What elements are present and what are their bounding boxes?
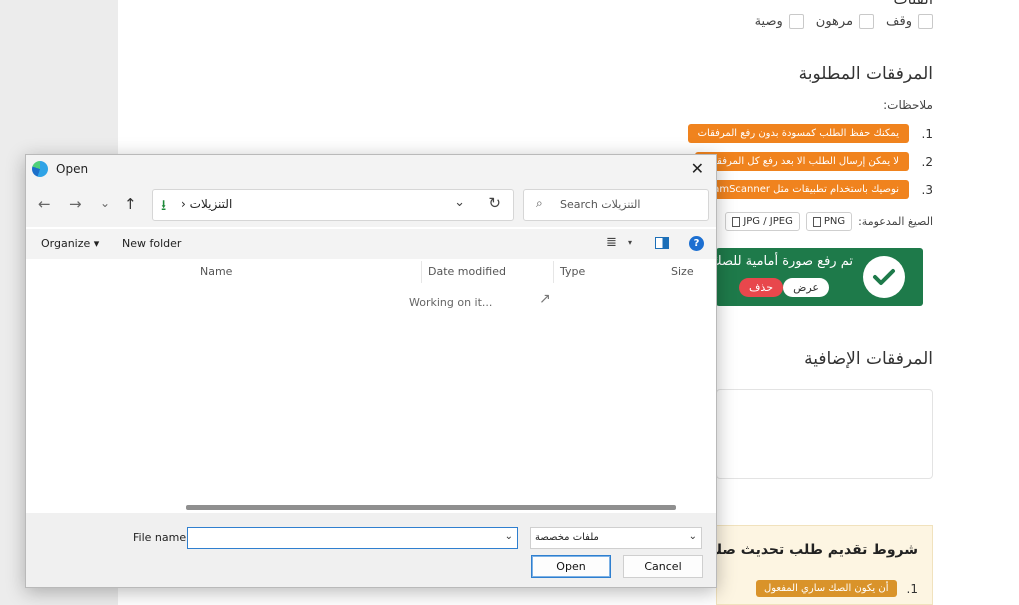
file-type-value: ملفات مخصصة	[535, 532, 599, 543]
view-options-icon[interactable]: ≣	[606, 235, 617, 250]
dialog-title: Open	[56, 162, 89, 176]
file-name-input[interactable]	[188, 529, 517, 550]
required-attachments-heading: المرفقات المطلوبة	[798, 64, 933, 84]
additional-attachments-heading: المرفقات الإضافية	[804, 349, 933, 369]
option-mortgaged[interactable]: مرهون	[816, 14, 875, 29]
format-chip-jpg: JPG / JPEG	[725, 212, 800, 231]
file-name-label: File name:	[133, 531, 190, 544]
notes-label: ملاحظات:	[883, 98, 933, 112]
column-header-type[interactable]: Type	[560, 265, 585, 278]
new-folder-button[interactable]: New folder	[122, 237, 181, 250]
cancel-button[interactable]: Cancel	[623, 555, 703, 578]
file-icon	[812, 216, 821, 227]
property-options: وقف مرهون وصية	[755, 14, 933, 29]
additional-attachments-dropzone[interactable]	[716, 389, 933, 479]
upload-success-card: تم رفع صورة أمامية للصك عرض حذف	[711, 248, 923, 306]
column-divider[interactable]	[553, 261, 554, 283]
file-type-select[interactable]: ملفات مخصصة ⌄	[530, 527, 702, 549]
back-arrow-icon[interactable]: ←	[38, 195, 51, 213]
formats-label: الصيغ المدعومة:	[858, 215, 933, 228]
open-file-dialog: Open ✕ ← → ⌄ ↑ ⭳ › التنزيلات ⌄ ↻ ⌕ Searc…	[25, 154, 717, 588]
column-divider[interactable]	[421, 261, 422, 283]
forward-arrow-icon[interactable]: →	[69, 195, 82, 213]
note-text: نوصيك باستخدام تطبيقات مثل CamScanner	[696, 180, 909, 199]
upload-message: تم رفع صورة أمامية للصك	[711, 254, 853, 269]
recent-locations-chevron-icon[interactable]: ⌄	[100, 196, 110, 210]
mouse-pointer-icon: ↗	[539, 291, 551, 307]
edge-logo-icon	[32, 161, 48, 177]
note-text: يمكنك حفظ الطلب كمسودة بدون رفع المرفقات	[687, 124, 909, 143]
file-icon	[732, 216, 741, 227]
address-dropdown-icon[interactable]: ⌄	[454, 195, 465, 210]
checkmark-icon	[863, 256, 905, 298]
file-name-dropdown-icon[interactable]: ⌄	[505, 531, 513, 542]
supported-formats: الصيغ المدعومة: PNG JPG / JPEG	[725, 212, 933, 231]
command-bar: Organize ▾ New folder ≣ ▾ ?	[26, 229, 716, 259]
refresh-icon[interactable]: ↻	[488, 194, 501, 212]
will-checkbox[interactable]	[788, 14, 804, 29]
view-button[interactable]: عرض	[783, 278, 829, 297]
note-item: 2. لا يمكن إرسال الطلب الا بعد رفع كل ال…	[694, 152, 933, 171]
navigation-bar: ← → ⌄ ↑ ⭳ › التنزيلات ⌄ ↻ ⌕ Search التنز…	[26, 183, 716, 227]
section-heading-partial: الفئات	[893, 0, 933, 8]
terms-box: شروط تقديم طلب تحديث صك عقاري 1. أن يكون…	[659, 525, 933, 605]
search-placeholder: Search التنزيلات	[560, 198, 641, 211]
dialog-titlebar[interactable]: Open ✕	[26, 155, 716, 183]
organize-menu[interactable]: Organize ▾	[41, 237, 99, 250]
download-icon: ⭳	[161, 196, 167, 214]
view-dropdown-icon[interactable]: ▾	[628, 238, 632, 247]
breadcrumb[interactable]: › التنزيلات	[181, 197, 232, 211]
file-type-dropdown-icon[interactable]: ⌄	[689, 531, 697, 542]
search-box[interactable]: ⌕ Search التنزيلات	[523, 189, 709, 221]
column-header-size[interactable]: Size	[671, 265, 694, 278]
delete-button[interactable]: حذف	[739, 278, 783, 297]
close-icon[interactable]: ✕	[691, 159, 704, 178]
terms-item: 1. أن يكون الصك ساري المفعول	[755, 580, 918, 597]
open-button[interactable]: Open	[531, 555, 611, 578]
column-header-name[interactable]: Name	[200, 265, 232, 278]
address-bar[interactable]: ⭳ › التنزيلات ⌄ ↻	[152, 189, 514, 221]
option-waqf[interactable]: وقف	[886, 14, 933, 29]
up-arrow-icon[interactable]: ↑	[124, 195, 137, 213]
help-icon[interactable]: ?	[689, 236, 704, 251]
mortgaged-checkbox[interactable]	[859, 14, 875, 29]
horizontal-scrollbar[interactable]	[186, 505, 676, 510]
option-will[interactable]: وصية	[755, 14, 804, 29]
preview-pane-icon[interactable]	[655, 237, 669, 249]
note-item: 1. يمكنك حفظ الطلب كمسودة بدون رفع المرف…	[687, 124, 933, 143]
file-name-field[interactable]: ⌄	[187, 527, 518, 550]
note-item: 3. نوصيك باستخدام تطبيقات مثل CamScanner	[696, 180, 933, 199]
search-icon: ⌕	[536, 196, 543, 210]
note-text: لا يمكن إرسال الطلب الا بعد رفع كل المرف…	[694, 152, 909, 171]
dialog-footer: File name: ⌄ ملفات مخصصة ⌄ Open Cancel	[26, 513, 716, 587]
format-chip-png: PNG	[805, 212, 853, 231]
waqf-checkbox[interactable]	[918, 14, 933, 29]
file-list[interactable]: Name Date modified Type Size Working on …	[26, 259, 716, 513]
column-header-date-modified[interactable]: Date modified	[428, 265, 506, 278]
loading-status: Working on it...	[409, 296, 493, 309]
